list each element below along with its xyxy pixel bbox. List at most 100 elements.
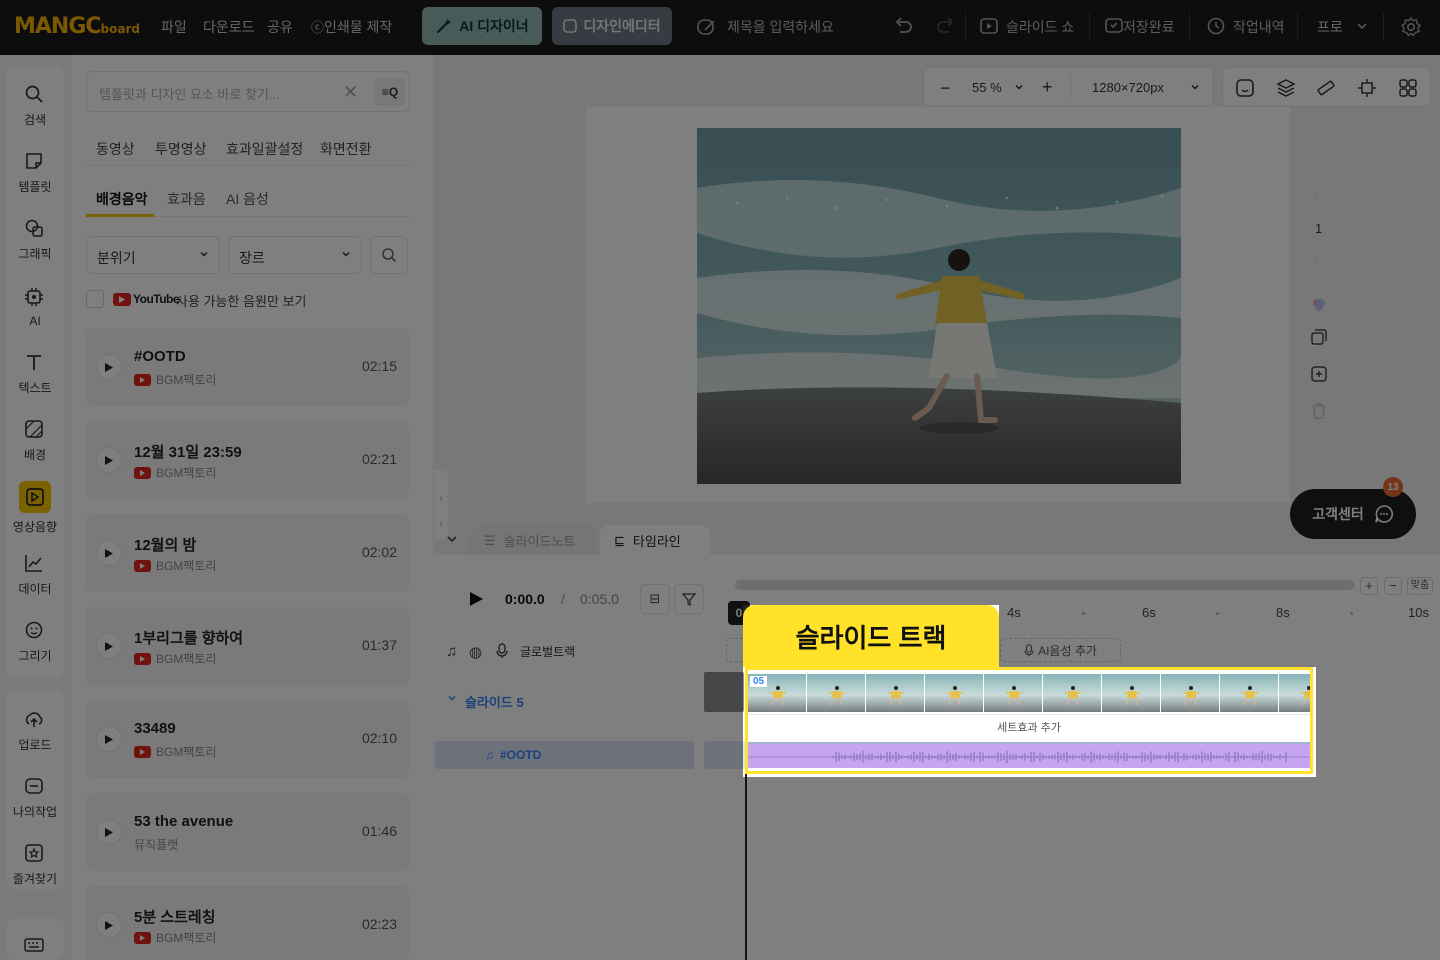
panel-search-box[interactable]: 템플릿과 디자인 요소 바로 찾기... ✕ ≡Q [86,71,410,112]
chevron-down-icon[interactable] [1014,82,1024,92]
zoom-level[interactable]: 55 % [972,80,1002,95]
search-input[interactable]: 템플릿과 디자인 요소 바로 찾기... [99,84,280,103]
track-card[interactable]: 12월의 밤 BGM팩토리 02:02 [86,514,409,592]
tab-video[interactable]: 동영상 [96,139,135,159]
zoom-in-button[interactable]: + [1360,577,1378,595]
track-source-label: BGM팩토리 [156,559,217,573]
tab-ai-voice[interactable]: AI 음성 [226,189,269,209]
canvas-size-select[interactable]: 1280×720px [1092,80,1164,95]
tab-slide-notes[interactable]: ☰ 슬라이드노트 [470,525,596,556]
play-icon[interactable] [468,591,484,607]
play-icon[interactable] [96,447,122,473]
history-button[interactable]: 작업내역 [1233,17,1285,37]
close-icon[interactable]: ✕ [343,82,358,103]
ai-designer-button[interactable]: AI 디자이너 [422,7,542,45]
zoom-out-button[interactable]: − [1384,577,1402,595]
plan-dropdown[interactable]: 프로 [1317,17,1343,37]
ruler-icon[interactable] [1316,78,1336,98]
track-card[interactable]: 33489 BGM팩토리 02:10 [86,700,409,778]
mangoboard-logo[interactable]: MANGCboard [14,14,140,39]
tab-bgm[interactable]: 배경음악 [96,189,148,209]
slide-thumbnail[interactable] [704,672,744,712]
rail-item-template[interactable]: 템플릿 [6,142,64,204]
play-icon[interactable] [96,726,122,752]
save-status[interactable]: 저장완료 [1123,17,1175,37]
track-card[interactable]: 12월 31일 23:59 BGM팩토리 02:21 [86,421,409,499]
play-icon[interactable] [96,540,122,566]
arrow-up-icon[interactable]: ↑ [1313,190,1319,204]
rail-item-background[interactable]: 배경 [6,410,64,472]
advanced-search-button[interactable]: ≡Q [375,78,405,106]
track-card[interactable]: #OOTD BGM팩토리 02:15 [86,328,409,406]
rail-item-text[interactable]: 텍스트 [6,343,64,405]
chevron-down-icon[interactable] [1356,20,1368,32]
track-card[interactable]: 1부리그를 향하여 BGM팩토리 01:37 [86,607,409,685]
menu-print[interactable]: ⓒ인쇄물 제작 [311,17,392,37]
rail-item-data[interactable]: 데이터 [6,544,64,606]
chevron-down-icon[interactable] [1190,82,1200,92]
tab-timeline[interactable]: ⊑ 타임라인 [600,525,710,556]
subtitle-toggle-button[interactable]: ⊟ [640,584,670,614]
play-icon[interactable] [96,912,122,938]
collapse-panel-icon[interactable]: ‹ › [434,470,448,540]
add-page-icon[interactable] [1310,365,1328,383]
settings-gear-icon[interactable] [1400,16,1422,38]
title-input[interactable]: 제목을 입력하세요 [727,17,834,37]
duplicate-icon[interactable] [1310,328,1328,346]
rail-item-favorites[interactable]: 즐겨찾기 [6,834,64,896]
play-icon[interactable] [96,633,122,659]
genre-select[interactable]: 장르 [228,236,362,274]
timeline-zoom-track[interactable] [735,580,1355,590]
sound-effect-icon[interactable]: ◍ [469,643,482,661]
redo-icon[interactable] [936,16,956,36]
chevron-down-icon[interactable] [446,533,458,545]
menu-file[interactable]: 파일 [161,17,187,37]
slideshow-button[interactable]: 슬라이드 쇼 [1006,17,1074,37]
design-editor-button[interactable]: 디자인에디터 [552,7,672,45]
customer-center-button[interactable]: 고객센터 [1290,489,1416,539]
trash-icon[interactable] [1311,402,1327,420]
tab-transparent-video[interactable]: 투명영상 [155,139,207,159]
fit-screen-icon[interactable] [1357,78,1377,98]
zoom-in-button[interactable]: + [1042,77,1053,98]
rail-item-upload[interactable]: 업로드 [6,700,64,762]
youtube-only-checkbox[interactable] [86,290,104,308]
undo-icon[interactable] [893,16,913,36]
track-card[interactable]: 53 the avenue 뮤직플랫 01:46 [86,793,409,871]
divider [1070,76,1071,98]
fit-button[interactable]: 맞춤 [1407,577,1433,595]
rail-item-draw[interactable]: 그리기 [6,611,64,673]
search-button[interactable] [370,236,408,274]
play-icon[interactable] [96,354,122,380]
zoom-out-button[interactable]: − [940,78,951,99]
ai-voice-add-button[interactable]: AI음성 추가 [1000,638,1121,662]
rail-item-mywork[interactable]: 나의작업 [6,767,64,829]
rail-item-ai[interactable]: AI [6,276,64,338]
rail-item-graphic[interactable]: 그래픽 [6,209,64,271]
music-note-icon[interactable]: ♫ [446,643,457,660]
youtube-play-icon [134,931,151,944]
rail-item-search[interactable]: 검색 [6,75,64,137]
menu-download[interactable]: 다운로드 [203,17,255,37]
tab-sound-effects[interactable]: 효과음 [167,189,206,209]
color-palette-icon[interactable] [1310,296,1328,314]
layers-icon[interactable] [1276,78,1296,98]
arrow-down-icon[interactable]: ↓ [1313,250,1319,264]
chevron-down-icon[interactable] [447,693,457,703]
keyboard-icon[interactable] [24,936,44,954]
beach-photo[interactable] [697,128,1181,484]
filter-button[interactable] [674,584,704,614]
menu-share[interactable]: 공유 [267,17,293,37]
rail-item-media[interactable]: 영상음향 [6,477,64,539]
slide-group-label[interactable]: 슬라이드 5 [465,692,524,711]
grid-view-icon[interactable] [1398,78,1418,98]
mood-select[interactable]: 분위기 [86,236,220,274]
microphone-icon[interactable] [496,643,508,659]
audio-track-row[interactable]: ♫ #OOTD [435,741,694,769]
play-icon[interactable] [96,819,122,845]
template-icon [24,151,46,173]
tab-bulk-effects[interactable]: 효과일괄설정 [226,139,303,159]
track-card[interactable]: 5분 스트레칭 BGM팩토리 02:23 [86,886,409,960]
sticker-icon[interactable] [1235,78,1255,98]
tab-transitions[interactable]: 화면전환 [320,139,372,159]
